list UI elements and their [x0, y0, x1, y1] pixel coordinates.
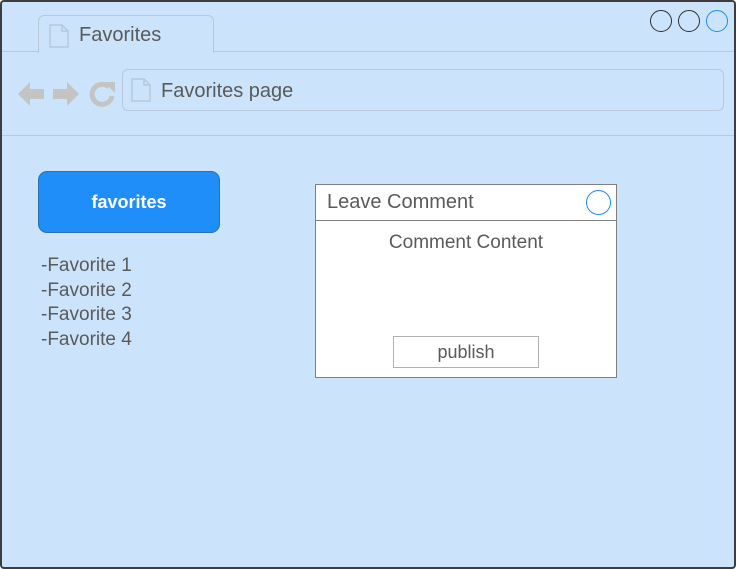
favorites-list: -Favorite 1 -Favorite 2 -Favorite 3 -Fav…: [41, 254, 132, 352]
address-text: Favorites page: [161, 80, 294, 102]
window-controls: [650, 10, 728, 32]
address-bar[interactable]: Favorites page: [122, 69, 724, 111]
favorite-item[interactable]: -Favorite 4: [41, 328, 132, 353]
maximize-window-icon[interactable]: [678, 10, 700, 32]
favorite-item[interactable]: -Favorite 3: [41, 303, 132, 328]
browser-tab[interactable]: Favorites: [38, 15, 214, 53]
back-arrow-icon[interactable]: [17, 80, 45, 108]
close-window-icon[interactable]: [706, 10, 728, 32]
comment-content-field[interactable]: Comment Content: [316, 232, 616, 254]
dialog-header: Leave Comment: [316, 185, 616, 221]
toolbar-divider: [2, 135, 734, 136]
publish-button[interactable]: publish: [393, 336, 539, 368]
forward-arrow-icon[interactable]: [52, 80, 80, 108]
favorite-item[interactable]: -Favorite 1: [41, 254, 132, 279]
comment-dialog: Leave Comment Comment Content publish: [315, 184, 617, 378]
dialog-close-icon[interactable]: [586, 190, 611, 215]
favorite-item[interactable]: -Favorite 2: [41, 279, 132, 304]
dialog-title: Leave Comment: [327, 191, 474, 213]
browser-window: Favorites Favorites page favorites -Favo…: [0, 0, 736, 569]
tab-title: Favorites: [79, 24, 162, 46]
favorites-button[interactable]: favorites: [38, 171, 220, 233]
reload-icon[interactable]: [88, 80, 116, 108]
minimize-window-icon[interactable]: [650, 10, 672, 32]
page-icon: [131, 78, 151, 102]
document-icon: [49, 24, 69, 48]
